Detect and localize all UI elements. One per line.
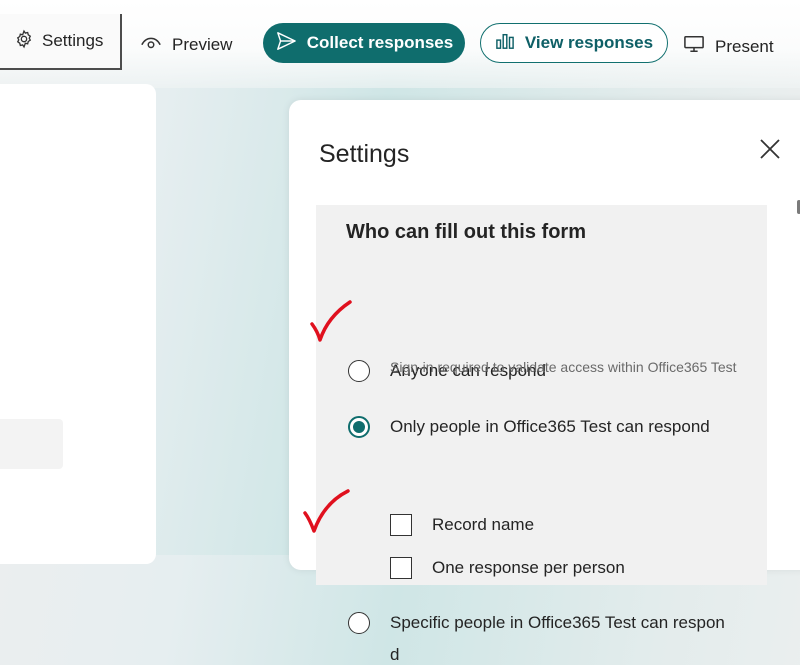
record-name-label: Record name (432, 515, 535, 534)
send-icon (275, 31, 297, 56)
gear-icon (14, 29, 34, 54)
form-field-placeholder[interactable] (0, 419, 63, 469)
red-checkmark-annotation-2 (303, 489, 350, 533)
option-specific-people-label: Specific people in Office365 Test can re… (390, 613, 725, 632)
monitor-icon (683, 34, 705, 59)
red-checkmark-annotation (310, 300, 352, 342)
settings-panel: Settings Who can fill out this form Anyo… (289, 100, 800, 664)
option-specific-people-label-wrap: d (390, 645, 400, 664)
one-response-checkbox[interactable] (390, 557, 412, 579)
radio-org-only[interactable] (348, 416, 370, 438)
section-heading: Who can fill out this form (346, 221, 586, 243)
collect-responses-button[interactable]: Collect responses (263, 23, 465, 63)
preview-button[interactable]: Preview (140, 34, 232, 55)
one-response-row[interactable]: One response per person (390, 557, 625, 579)
sign-in-hint: Sign-in required to validate access with… (390, 359, 737, 375)
option-org-only[interactable]: Only people in Office365 Test can respon… (348, 416, 710, 438)
one-response-label: One response per person (432, 558, 625, 577)
record-name-row[interactable]: Record name (390, 514, 534, 536)
collect-responses-label: Collect responses (306, 33, 454, 52)
present-button[interactable]: Present (683, 34, 774, 59)
settings-panel-title: Settings (319, 140, 410, 168)
radio-specific-people[interactable] (348, 612, 370, 634)
record-name-checkbox[interactable] (390, 514, 412, 536)
eye-icon (140, 34, 162, 55)
top-toolbar: Settings Preview Collect responses View … (0, 0, 800, 88)
present-button-label: Present (715, 36, 774, 56)
form-editor-card (0, 84, 156, 564)
who-can-fill-section: Who can fill out this form Anyone can re… (316, 205, 767, 664)
preview-button-label: Preview (172, 34, 233, 54)
settings-button[interactable]: Settings (0, 14, 122, 70)
option-org-only-label: Only people in Office365 Test can respon… (390, 417, 710, 436)
view-responses-button[interactable]: View responses (480, 23, 668, 63)
close-icon (758, 139, 782, 165)
radio-anyone[interactable] (348, 360, 370, 382)
view-responses-label: View responses (524, 33, 654, 52)
option-specific-people[interactable]: Specific people in Office365 Test can re… (348, 612, 725, 634)
close-button[interactable] (758, 137, 782, 161)
settings-button-label: Settings (42, 31, 104, 50)
bar-chart-icon (495, 32, 515, 55)
